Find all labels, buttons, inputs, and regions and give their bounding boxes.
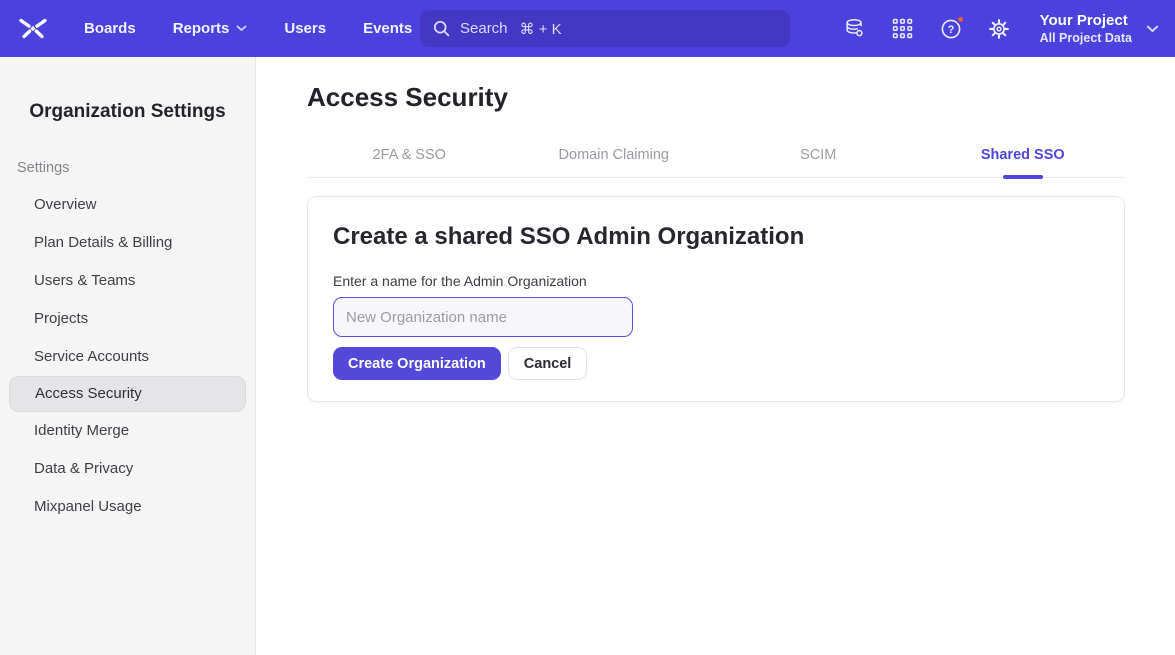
sidebar-item-access-security[interactable]: Access Security: [9, 376, 246, 412]
sidebar-item-data-privacy[interactable]: Data & Privacy: [0, 450, 255, 488]
tab-shared-sso[interactable]: Shared SSO: [921, 147, 1126, 177]
sidebar-item-plan-details-billing[interactable]: Plan Details & Billing: [0, 224, 255, 262]
card-title: Create a shared SSO Admin Organization: [333, 223, 1099, 251]
search-placeholder: Search: [460, 20, 508, 37]
data-management-icon[interactable]: [844, 17, 866, 41]
tab-scim[interactable]: SCIM: [716, 147, 921, 177]
org-name-field-label: Enter a name for the Admin Organization: [333, 273, 1099, 289]
navbar-right-cluster: ? Your Project All Project Data: [844, 11, 1159, 46]
nav-item-label: Events: [363, 20, 412, 37]
main-content: Access Security 2FA & SSO Domain Claimin…: [256, 57, 1175, 655]
top-navbar: Boards Reports Users Events Search ⌘ + K: [0, 0, 1175, 57]
apps-grid-icon[interactable]: [892, 17, 914, 41]
cancel-button[interactable]: Cancel: [508, 347, 588, 380]
chevron-down-icon: [236, 25, 247, 32]
sidebar-item-list: Overview Plan Details & Billing Users & …: [0, 186, 255, 526]
sidebar-item-projects[interactable]: Projects: [0, 300, 255, 338]
sidebar-title: Organization Settings: [0, 57, 255, 123]
sidebar-item-users-teams[interactable]: Users & Teams: [0, 262, 255, 300]
nav-item-boards[interactable]: Boards: [84, 20, 136, 37]
svg-text:?: ?: [947, 24, 954, 36]
search-icon: [433, 20, 450, 37]
mixpanel-logo-icon[interactable]: [18, 17, 48, 40]
nav-item-label: Users: [284, 20, 326, 37]
nav-item-label: Reports: [173, 20, 230, 37]
create-admin-org-card: Create a shared SSO Admin Organization E…: [307, 196, 1125, 402]
nav-item-users[interactable]: Users: [284, 20, 326, 37]
chevron-down-icon: [1146, 25, 1159, 33]
sidebar-section-label: Settings: [17, 160, 255, 176]
project-name: Your Project: [1040, 11, 1132, 30]
nav-item-label: Boards: [84, 20, 136, 37]
help-icon[interactable]: ?: [940, 17, 962, 41]
create-organization-button[interactable]: Create Organization: [333, 347, 501, 380]
search-shortcut-hint: ⌘ + K: [520, 20, 562, 38]
sidebar-item-mixpanel-usage[interactable]: Mixpanel Usage: [0, 488, 255, 526]
sidebar-item-service-accounts[interactable]: Service Accounts: [0, 338, 255, 376]
primary-nav: Boards Reports Users Events: [84, 20, 412, 37]
notification-dot: [956, 15, 965, 24]
card-actions: Create Organization Cancel: [333, 347, 1099, 380]
nav-item-events[interactable]: Events: [363, 20, 412, 37]
sidebar-item-identity-merge[interactable]: Identity Merge: [0, 412, 255, 450]
project-switcher[interactable]: Your Project All Project Data: [1040, 11, 1159, 46]
project-subtitle: All Project Data: [1040, 30, 1132, 46]
settings-gear-icon[interactable]: [988, 17, 1010, 41]
settings-sidebar: Organization Settings Settings Overview …: [0, 57, 256, 655]
tab-domain-claiming[interactable]: Domain Claiming: [512, 147, 717, 177]
global-search-input[interactable]: Search ⌘ + K: [420, 10, 790, 47]
sidebar-item-overview[interactable]: Overview: [0, 186, 255, 224]
org-name-input[interactable]: [333, 297, 633, 337]
nav-item-reports[interactable]: Reports: [173, 20, 248, 37]
access-security-tabs: 2FA & SSO Domain Claiming SCIM Shared SS…: [307, 147, 1125, 178]
page-title: Access Security: [307, 82, 1125, 113]
tab-2fa-sso[interactable]: 2FA & SSO: [307, 147, 512, 177]
